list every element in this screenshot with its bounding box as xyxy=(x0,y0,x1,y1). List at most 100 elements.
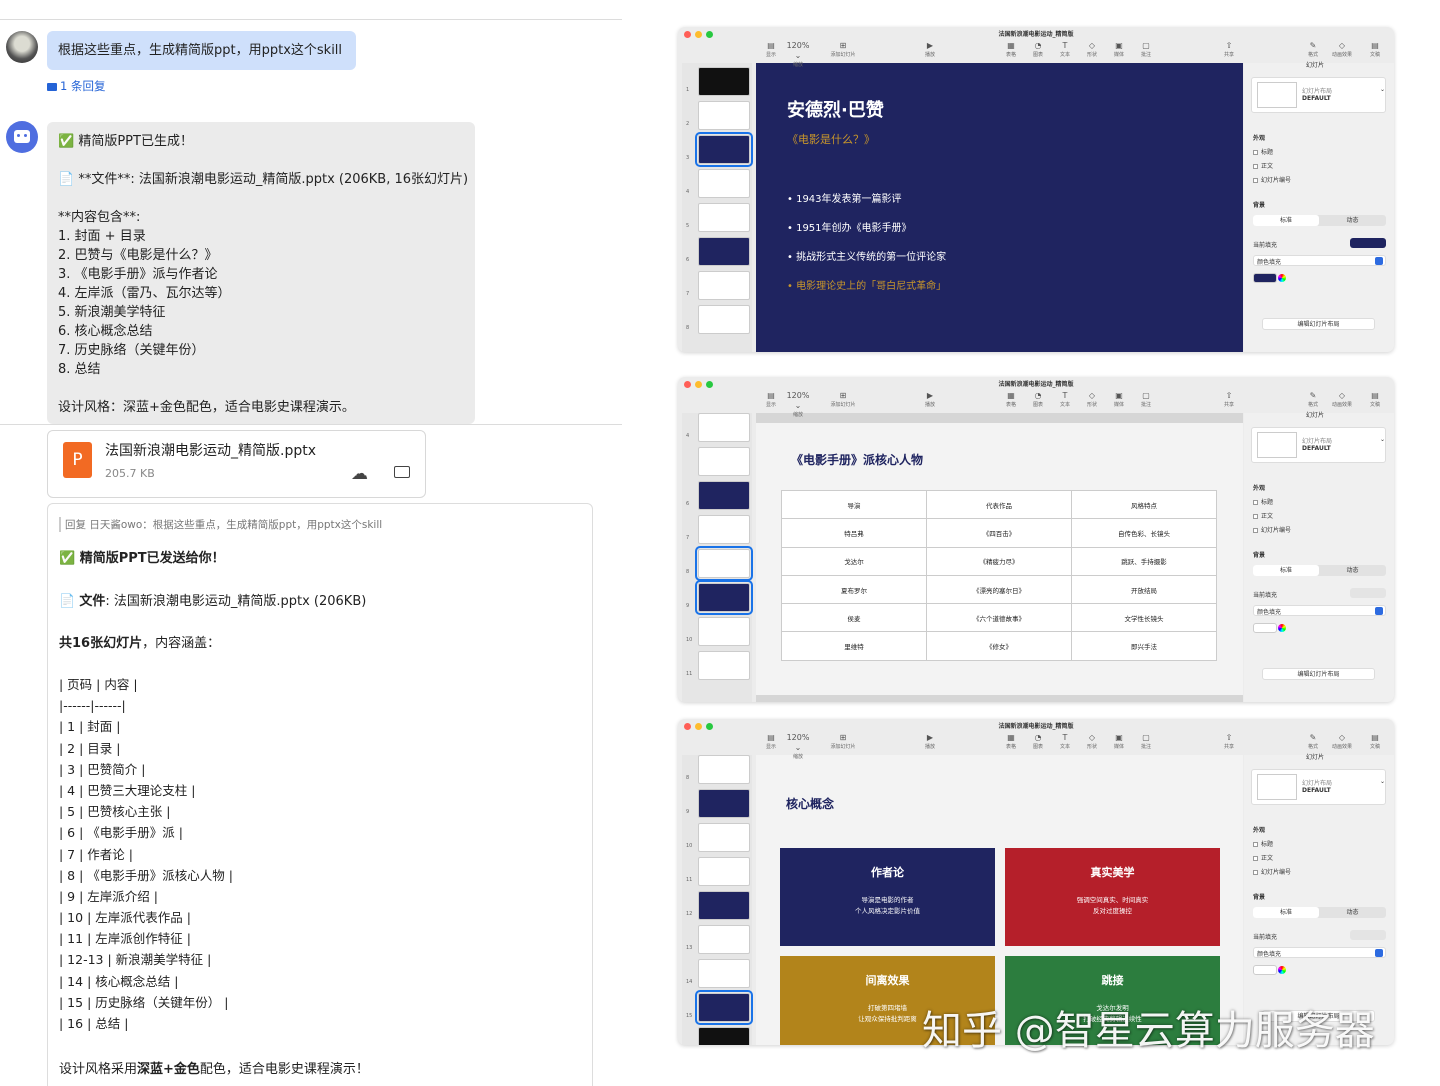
toolbar-4-button[interactable]: ▶ 播放 xyxy=(916,41,944,58)
slide-thumbnail[interactable] xyxy=(698,789,750,818)
toolbar-5-button[interactable]: ▦ 表格 xyxy=(997,733,1025,750)
color-well[interactable] xyxy=(1253,623,1277,633)
fill-type-select[interactable]: 颜色填充 xyxy=(1253,947,1386,958)
slide-thumbnail[interactable] xyxy=(695,990,753,1025)
slide-thumbnail[interactable] xyxy=(698,169,750,198)
checkbox-opt_body[interactable]: 正文 xyxy=(1253,161,1273,170)
toolbar-9-button[interactable]: ▣ 媒体 xyxy=(1105,733,1133,750)
seg-dynamic[interactable]: 动态 xyxy=(1319,907,1386,918)
slide-thumbnail[interactable] xyxy=(698,857,750,886)
toolbar-9-button[interactable]: ▣ 媒体 xyxy=(1105,41,1133,58)
slide-thumbnail[interactable] xyxy=(698,67,750,96)
slide-thumbnail[interactable] xyxy=(698,481,750,510)
color-well[interactable] xyxy=(1253,965,1277,975)
toolbar-13-button[interactable]: ◇ 动画效果 xyxy=(1328,733,1356,750)
toolbar-11-button[interactable]: ⇧ 共享 xyxy=(1215,733,1243,750)
toolbar-6-button[interactable]: ◔ 图表 xyxy=(1024,733,1052,750)
toolbar-1-button[interactable]: ▤ 显示 xyxy=(757,733,785,750)
toolbar-3-button[interactable]: ⊞ 添加幻灯片 xyxy=(829,733,857,750)
slide-thumbnail[interactable] xyxy=(698,891,750,920)
toolbar-14-button[interactable]: ▤ 文稿 xyxy=(1361,41,1389,58)
slide-thumbnail[interactable] xyxy=(698,305,750,334)
toolbar-12-button[interactable]: ✎ 格式 xyxy=(1299,41,1327,58)
slide-thumbnail[interactable] xyxy=(698,823,750,852)
slide-thumbnail[interactable] xyxy=(698,447,750,476)
checkbox-opt_body[interactable]: 正文 xyxy=(1253,511,1273,520)
checkbox-opt_num[interactable]: 幻灯片编号 xyxy=(1253,867,1291,876)
toolbar-6-button[interactable]: ◔ 图表 xyxy=(1024,41,1052,58)
fill-type-select[interactable]: 颜色填充 xyxy=(1253,255,1386,266)
toolbar-11-button[interactable]: ⇧ 共享 xyxy=(1215,41,1243,58)
toolbar-10-button[interactable]: ▢ 批注 xyxy=(1132,391,1160,408)
slide-thumbnail[interactable] xyxy=(698,413,750,442)
toolbar-2-button[interactable]: 120% ⌄ 缩放 xyxy=(784,733,812,760)
toolbar-1-button[interactable]: ▤ 显示 xyxy=(757,391,785,408)
slide-navigator[interactable]: 4 6 7 8 9 10 11 xyxy=(682,413,753,702)
toolbar-7-button[interactable]: T 文本 xyxy=(1051,41,1079,58)
toolbar-9-button[interactable]: ▣ 媒体 xyxy=(1105,391,1133,408)
current-fill-swatch[interactable] xyxy=(1350,930,1386,940)
seg-dynamic[interactable]: 动态 xyxy=(1319,565,1386,576)
toolbar-2-button[interactable]: 120% ⌄ 缩放 xyxy=(784,41,812,68)
layout-selector[interactable]: 幻灯片布局 DEFAULT ⌄ xyxy=(1251,77,1386,113)
toolbar-11-button[interactable]: ⇧ 共享 xyxy=(1215,391,1243,408)
bot-avatar[interactable] xyxy=(6,121,38,153)
toolbar-12-button[interactable]: ✎ 格式 xyxy=(1299,733,1327,750)
toolbar-13-button[interactable]: ◇ 动画效果 xyxy=(1328,41,1356,58)
checkbox-opt_body[interactable]: 正文 xyxy=(1253,853,1273,862)
slide-thumbnail[interactable] xyxy=(698,101,750,130)
layout-selector[interactable]: 幻灯片布局 DEFAULT ⌄ xyxy=(1251,769,1386,805)
cloud-download-icon[interactable]: ☁ xyxy=(351,464,368,484)
toolbar-8-button[interactable]: ◇ 形状 xyxy=(1078,733,1106,750)
toolbar-12-button[interactable]: ✎ 格式 xyxy=(1299,391,1327,408)
folder-icon[interactable] xyxy=(394,466,410,478)
user-avatar[interactable] xyxy=(6,31,38,63)
slide-thumbnail[interactable] xyxy=(695,546,753,581)
background-segment[interactable]: 标准 动态 xyxy=(1253,565,1386,576)
slide-thumbnail[interactable] xyxy=(695,580,753,615)
slide-thumbnail[interactable] xyxy=(698,1027,750,1045)
slide-thumbnail[interactable] xyxy=(698,237,750,266)
slide-thumbnail[interactable] xyxy=(698,959,750,988)
seg-dynamic[interactable]: 动态 xyxy=(1319,215,1386,226)
slide-thumbnail[interactable] xyxy=(695,132,753,167)
slide-thumbnail[interactable] xyxy=(698,515,750,544)
slide-navigator[interactable]: 1 2 3 4 5 6 7 8 xyxy=(682,63,753,352)
slide-thumbnail[interactable] xyxy=(698,203,750,232)
toolbar-10-button[interactable]: ▢ 批注 xyxy=(1132,41,1160,58)
seg-standard[interactable]: 标准 xyxy=(1253,907,1319,918)
toolbar-2-button[interactable]: 120% ⌄ 缩放 xyxy=(784,391,812,418)
color-wheel-icon[interactable] xyxy=(1278,274,1286,282)
toolbar-8-button[interactable]: ◇ 形状 xyxy=(1078,391,1106,408)
toolbar-5-button[interactable]: ▦ 表格 xyxy=(997,41,1025,58)
slide-navigator[interactable]: 8910111213141516 xyxy=(682,755,753,1045)
file-card[interactable]: P 法国新浪潮电影运动_精简版.pptx 205.7 KB ☁ xyxy=(47,430,426,498)
toolbar-6-button[interactable]: ◔ 图表 xyxy=(1024,391,1052,408)
toolbar-14-button[interactable]: ▤ 文稿 xyxy=(1361,733,1389,750)
toolbar-13-button[interactable]: ◇ 动画效果 xyxy=(1328,391,1356,408)
toolbar-8-button[interactable]: ◇ 形状 xyxy=(1078,41,1106,58)
slide-thumbnail[interactable] xyxy=(698,651,750,680)
slide-thumbnail[interactable] xyxy=(698,617,750,646)
color-wheel-icon[interactable] xyxy=(1278,966,1286,974)
seg-standard[interactable]: 标准 xyxy=(1253,215,1319,226)
reply-count-link[interactable]: 1 条回复 xyxy=(47,78,105,94)
toolbar-7-button[interactable]: T 文本 xyxy=(1051,733,1079,750)
slide-thumbnail[interactable] xyxy=(698,271,750,300)
color-well[interactable] xyxy=(1253,273,1277,283)
toolbar-5-button[interactable]: ▦ 表格 xyxy=(997,391,1025,408)
slide-thumbnail[interactable] xyxy=(698,755,750,784)
background-segment[interactable]: 标准 动态 xyxy=(1253,215,1386,226)
current-fill-swatch[interactable] xyxy=(1350,238,1386,248)
checkbox-opt_title[interactable]: 标题 xyxy=(1253,839,1273,848)
toolbar-3-button[interactable]: ⊞ 添加幻灯片 xyxy=(829,391,857,408)
checkbox-opt_num[interactable]: 幻灯片编号 xyxy=(1253,525,1291,534)
toolbar-4-button[interactable]: ▶ 播放 xyxy=(916,733,944,750)
toolbar-1-button[interactable]: ▤ 显示 xyxy=(757,41,785,58)
fill-type-select[interactable]: 颜色填充 xyxy=(1253,605,1386,616)
toolbar-3-button[interactable]: ⊞ 添加幻灯片 xyxy=(829,41,857,58)
checkbox-opt_num[interactable]: 幻灯片编号 xyxy=(1253,175,1291,184)
checkbox-opt_title[interactable]: 标题 xyxy=(1253,497,1273,506)
layout-selector[interactable]: 幻灯片布局 DEFAULT ⌄ xyxy=(1251,427,1386,463)
current-fill-swatch[interactable] xyxy=(1350,588,1386,598)
